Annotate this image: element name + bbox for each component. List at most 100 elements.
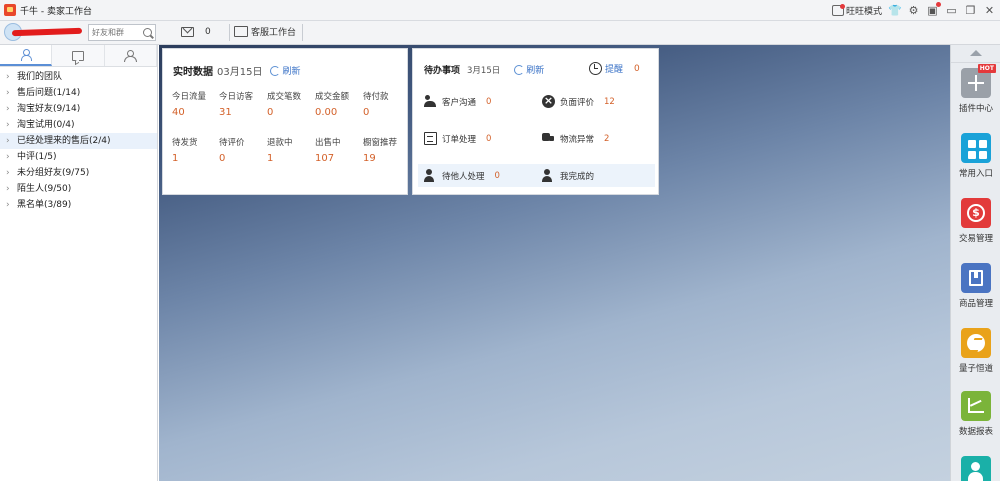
workbench-icon	[234, 26, 248, 37]
todo-label: 订单处理	[442, 134, 477, 145]
todo-refresh-button[interactable]: 刷新	[514, 63, 544, 76]
todo-pending-others[interactable]: 待他人处理 0	[424, 169, 500, 182]
alarm-clock-icon	[589, 62, 602, 75]
metric-pending-review[interactable]: 待评价 0	[219, 136, 267, 164]
tab-groups[interactable]	[105, 45, 157, 66]
todo-order-processing[interactable]: 订单处理 0	[424, 132, 491, 145]
user-icon	[961, 456, 991, 481]
todo-completed-by-me[interactable]: 我完成的	[542, 169, 594, 182]
metric-label: 成交金额	[315, 92, 350, 102]
quantum-icon	[961, 328, 991, 358]
contact-person-icon	[20, 48, 33, 61]
plugin-label: 量子恒道	[958, 364, 993, 374]
todo-title: 待办事项	[424, 66, 461, 76]
metric-order-count[interactable]: 成交笔数 0	[267, 90, 315, 118]
plugin-center-button[interactable]: HOT 插件中心	[951, 64, 1000, 114]
toolbar-divider	[229, 24, 230, 41]
metric-today-visitors[interactable]: 今日访客 31	[219, 90, 267, 118]
settings-gear-icon[interactable]: ⚙	[907, 4, 920, 17]
realtime-refresh-button[interactable]: 刷新	[270, 64, 300, 77]
todo-header: 待办事项 3月15日 刷新	[424, 63, 544, 76]
contact-group-item[interactable]: 淘宝试用(0/4)	[0, 117, 157, 133]
metric-order-amount[interactable]: 成交金额 0.00	[315, 90, 363, 118]
plugin-sidebar: HOT 插件中心 常用入口 $ 交易管理 商品管理 量子恒道 数据报表	[950, 45, 1000, 481]
metric-value: 0	[267, 107, 274, 118]
metric-value: 0	[363, 107, 370, 118]
todo-negative-review[interactable]: 负面评价 12	[542, 94, 615, 108]
realtime-date: 03月15日	[217, 67, 263, 78]
wangwang-mode-label: 旺旺模式	[845, 7, 882, 17]
plus-icon: HOT	[961, 64, 996, 98]
plugin-label: 商品管理	[958, 299, 993, 309]
metric-value: 107	[315, 153, 335, 164]
grid-icon	[961, 133, 991, 163]
top-toolbar: 0 客服工作台	[0, 21, 1000, 45]
metric-value: 1	[267, 153, 274, 164]
contact-group-item[interactable]: 售后问题(1/14)	[0, 85, 157, 101]
contact-group-item[interactable]: 我们的团队	[0, 69, 157, 85]
metric-label: 待评价	[219, 138, 245, 148]
data-report-button[interactable]: 数据报表	[951, 391, 1000, 437]
contacts-sidebar: 我们的团队 售后问题(1/14) 淘宝好友(9/14) 淘宝试用(0/4) 已经…	[0, 45, 158, 481]
contact-group-item[interactable]: 未分组好友(9/75)	[0, 165, 157, 181]
group-icon	[123, 49, 138, 62]
restore-icon[interactable]: ❐	[964, 4, 977, 17]
common-entry-button[interactable]: 常用入口	[951, 133, 1000, 179]
divider	[951, 62, 1000, 63]
metric-value: 19	[363, 153, 376, 164]
hot-badge: HOT	[977, 64, 996, 73]
contact-group-list: 我们的团队 售后问题(1/14) 淘宝好友(9/14) 淘宝试用(0/4) 已经…	[0, 67, 157, 213]
metric-label: 今日访客	[219, 92, 254, 102]
chat-bubble-icon	[71, 50, 84, 61]
wangwang-mode-button[interactable]: 旺旺模式	[831, 4, 882, 17]
window-controls: 旺旺模式 👕 ⚙ ▣ ▭ ❐ ✕	[831, 2, 996, 18]
product-management-button[interactable]: 商品管理	[951, 263, 1000, 309]
realtime-header: 实时数据 03月15日 刷新	[173, 63, 300, 78]
plugin-label: 常用入口	[958, 169, 993, 179]
refresh-label: 刷新	[526, 66, 545, 76]
contact-group-item[interactable]: 陌生人(9/50)	[0, 181, 157, 197]
metric-value: 0	[219, 153, 226, 164]
mail-count: 0	[205, 27, 211, 37]
message-box-icon[interactable]: ▣	[926, 2, 941, 17]
contact-group-item[interactable]: 黑名单(3/89)	[0, 197, 157, 213]
reminder-count: 0	[634, 63, 640, 74]
todo-customer-communication[interactable]: 客户沟通 0	[424, 95, 491, 108]
tab-contacts[interactable]	[0, 45, 53, 66]
mail-button[interactable]: 0	[181, 27, 211, 37]
customer-service-workbench-button[interactable]: 客服工作台	[234, 25, 296, 38]
wangwang-icon	[831, 4, 845, 16]
metric-pending-shipment[interactable]: 待发货 1	[172, 136, 220, 164]
realtime-title: 实时数据	[173, 67, 213, 78]
metric-on-sale[interactable]: 出售中 107	[315, 136, 363, 164]
contact-group-item[interactable]: 淘宝好友(9/14)	[0, 101, 157, 117]
minimize-icon[interactable]: ▭	[945, 4, 958, 17]
metric-window-recommend[interactable]: 橱窗推荐 19	[363, 136, 411, 164]
metric-pending-payment[interactable]: 待付款 0	[363, 90, 411, 118]
box-icon	[961, 263, 991, 293]
window-title: 千牛 - 卖家工作台	[20, 7, 92, 17]
metric-label: 橱窗推荐	[363, 138, 398, 148]
scroll-up-arrow-icon[interactable]	[970, 50, 982, 56]
contact-search-input[interactable]	[89, 25, 141, 40]
tab-recent-chats[interactable]	[52, 45, 105, 66]
contact-group-item[interactable]: 中评(1/5)	[0, 149, 157, 165]
skin-icon[interactable]: 👕	[888, 4, 902, 17]
todo-logistics-exception[interactable]: 物流异常 2	[542, 132, 609, 145]
toolbar-divider	[302, 24, 303, 41]
todo-label: 待他人处理	[442, 171, 485, 182]
search-icon[interactable]	[143, 28, 152, 37]
reminder-button[interactable]: 提醒 0	[589, 62, 640, 75]
plugin-label: 插件中心	[958, 104, 993, 114]
close-icon[interactable]: ✕	[983, 4, 996, 17]
quantum-hengdao-button[interactable]: 量子恒道	[951, 328, 1000, 374]
customer-plugin-button[interactable]	[951, 456, 1000, 481]
metric-label: 退款中	[267, 138, 293, 148]
metric-refunding[interactable]: 退款中 1	[267, 136, 315, 164]
metric-today-traffic[interactable]: 今日流量 40	[172, 90, 220, 118]
reminder-label: 提醒	[605, 65, 624, 75]
contact-group-item-selected[interactable]: 已经处理来的售后(2/4)	[0, 133, 157, 149]
trade-management-button[interactable]: $ 交易管理	[951, 198, 1000, 244]
metric-label: 出售中	[315, 138, 341, 148]
todo-label: 物流异常	[560, 134, 595, 145]
